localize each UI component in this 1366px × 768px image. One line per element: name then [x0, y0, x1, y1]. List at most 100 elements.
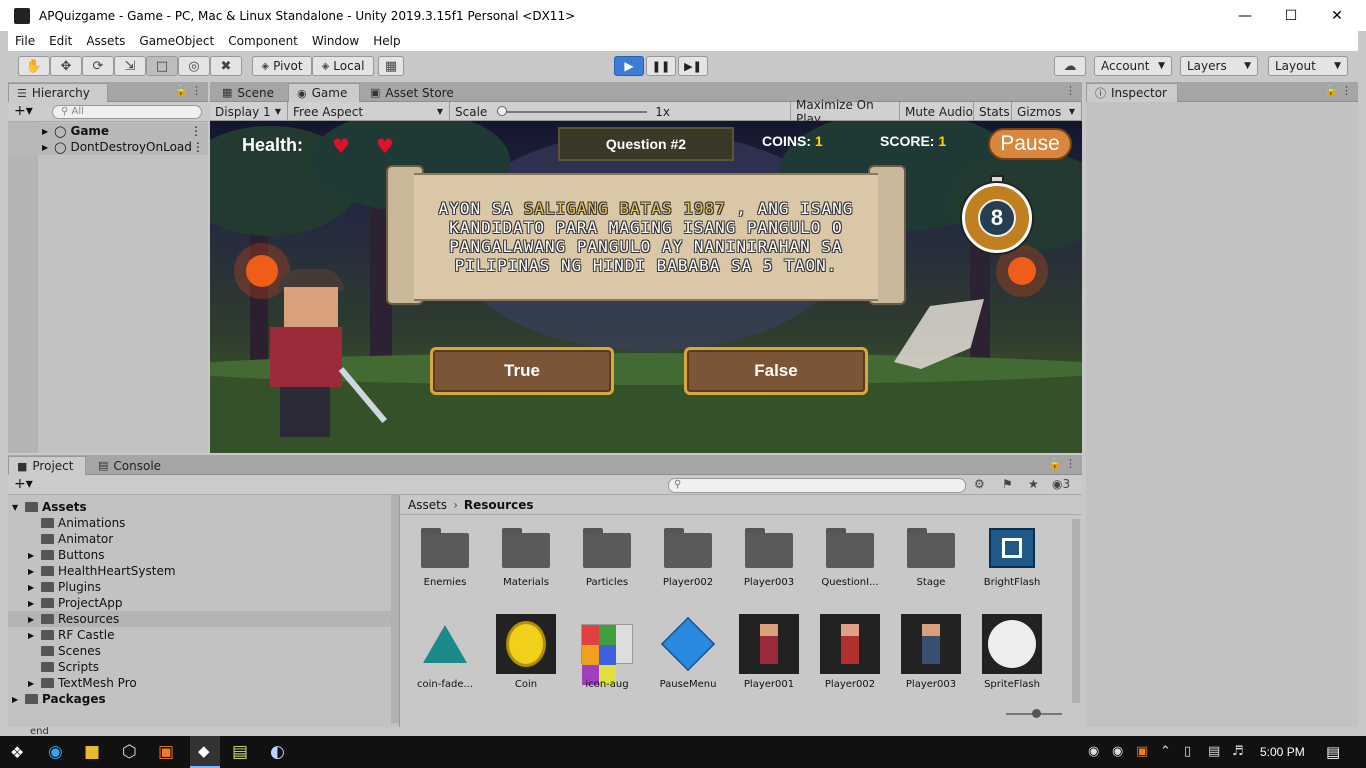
expand-arrow-icon[interactable]: ▶: [28, 599, 38, 608]
aspect-dropdown[interactable]: Free Aspect ▼: [288, 102, 450, 121]
xampp-tray-icon[interactable]: ▣: [1136, 744, 1148, 759]
paint-icon[interactable]: ◐: [270, 742, 285, 762]
collab-button[interactable]: ☁: [1054, 56, 1086, 76]
tab-game[interactable]: ◉ Game: [288, 83, 360, 102]
menu-edit[interactable]: Edit: [42, 34, 79, 48]
xampp-icon[interactable]: ▣: [158, 742, 174, 762]
icon-size-slider-thumb[interactable]: [1032, 709, 1041, 718]
tree-item-animator[interactable]: Animator: [8, 531, 391, 547]
asset-item[interactable]: Coin: [487, 613, 565, 690]
asset-item[interactable]: Stage: [892, 523, 970, 588]
pivot-toggle[interactable]: ◈ Pivot: [252, 56, 312, 76]
asset-item[interactable]: Player002: [811, 613, 889, 690]
edge-browser-icon[interactable]: ◉: [48, 742, 63, 762]
step-button[interactable]: ▶❚: [678, 56, 708, 76]
hidden-packages-toggle[interactable]: ◉3: [1052, 477, 1070, 491]
hierarchy-search-input[interactable]: ⚲ All: [52, 105, 202, 119]
menu-help[interactable]: Help: [366, 34, 407, 48]
expanded-arrow-icon[interactable]: ▼: [12, 503, 22, 512]
menu-window[interactable]: Window: [305, 34, 366, 48]
false-answer-button[interactable]: False: [684, 347, 868, 395]
tree-item-scripts[interactable]: Scripts: [8, 659, 391, 675]
tab-scene[interactable]: ▦ Scene: [214, 83, 288, 102]
kebab-menu-icon[interactable]: ⋮: [190, 124, 202, 138]
layers-dropdown[interactable]: Layers ▼: [1180, 56, 1258, 76]
tab-project[interactable]: ■ Project: [8, 456, 86, 475]
asset-item[interactable]: Particles: [568, 523, 646, 588]
tree-scrollbar[interactable]: [391, 495, 399, 723]
snap-button[interactable]: ▦: [378, 56, 404, 76]
icon-size-slider[interactable]: [1006, 709, 1062, 718]
display-dropdown[interactable]: Display 1 ▼: [210, 102, 288, 121]
rotate-tool-button[interactable]: ⟳: [82, 56, 114, 76]
breadcrumb-assets[interactable]: Assets: [408, 498, 447, 512]
asset-item[interactable]: Enemies: [406, 523, 484, 588]
favorite-star-icon[interactable]: ★: [1028, 477, 1039, 491]
pause-button[interactable]: ❚❚: [646, 56, 676, 76]
tree-item-plugins[interactable]: ▶ Plugins: [8, 579, 391, 595]
create-plus-icon[interactable]: +▾: [14, 476, 33, 492]
scale-slider-track[interactable]: [497, 105, 648, 116]
filter-by-label-icon[interactable]: ⚑: [1002, 477, 1013, 491]
pause-game-button[interactable]: Pause: [988, 128, 1072, 160]
move-tool-button[interactable]: ✥: [50, 56, 82, 76]
tree-item-assets[interactable]: ▼ Assets: [8, 499, 391, 515]
windows-start-icon[interactable]: ❖: [10, 743, 24, 762]
close-button[interactable]: ✕: [1314, 0, 1360, 31]
play-button[interactable]: ▶: [614, 56, 644, 76]
custom-tool-button[interactable]: ✖: [210, 56, 242, 76]
clock-time[interactable]: 5:00 PM: [1260, 745, 1305, 759]
eye-tray-icon[interactable]: ◉: [1112, 744, 1123, 759]
lock-icon[interactable]: 🔒: [1324, 84, 1338, 97]
tree-item-healthheartsystem[interactable]: ▶ HealthHeartSystem: [8, 563, 391, 579]
mute-audio-toggle[interactable]: Mute Audio: [900, 102, 974, 121]
tree-item-scenes[interactable]: Scenes: [8, 643, 391, 659]
scale-tool-button[interactable]: ⇲: [114, 56, 146, 76]
notepad-icon[interactable]: ▤: [232, 742, 248, 762]
kebab-menu-icon[interactable]: ⋮: [1341, 84, 1352, 97]
asset-item[interactable]: SpriteFlash: [973, 613, 1051, 690]
tab-hierarchy[interactable]: ☰ Hierarchy: [8, 83, 108, 102]
expand-arrow-icon[interactable]: ▶: [28, 679, 38, 688]
menu-assets[interactable]: Assets: [79, 34, 132, 48]
lock-icon[interactable]: 🔒: [174, 84, 188, 97]
unity-editor-taskbar-button[interactable]: ◆: [190, 736, 220, 768]
rect-tool-button[interactable]: □: [146, 56, 178, 76]
breadcrumb-resources[interactable]: Resources: [464, 498, 534, 512]
hierarchy-item-game[interactable]: ▶ ◯ Game ⋮: [8, 123, 208, 139]
expand-arrow-icon[interactable]: ▶: [28, 631, 38, 640]
tab-console[interactable]: ▤ Console: [90, 456, 170, 475]
file-explorer-icon[interactable]: ■: [84, 742, 100, 762]
menu-file[interactable]: File: [8, 34, 42, 48]
asset-item[interactable]: Player002: [649, 523, 727, 588]
expand-arrow-icon[interactable]: ▶: [28, 567, 38, 576]
asset-item[interactable]: Player003: [730, 523, 808, 588]
asset-item[interactable]: BrightFlash: [973, 523, 1051, 588]
usb-tray-icon[interactable]: ▯: [1184, 744, 1191, 759]
notifications-icon[interactable]: ▤: [1326, 743, 1340, 761]
expand-arrow-icon[interactable]: ▶: [42, 143, 48, 152]
local-toggle[interactable]: ◈ Local: [312, 56, 374, 76]
expand-arrow-icon[interactable]: ▶: [42, 127, 48, 136]
asset-item[interactable]: icon-aug: [568, 613, 646, 690]
hand-tool-button[interactable]: ✋: [18, 56, 50, 76]
gizmos-dropdown[interactable]: Gizmos ▼: [1012, 102, 1082, 121]
expand-arrow-icon[interactable]: ▶: [28, 615, 38, 624]
menu-component[interactable]: Component: [221, 34, 305, 48]
tree-item-packages[interactable]: ▶ Packages: [8, 691, 391, 707]
kebab-menu-icon[interactable]: ⋮: [192, 140, 204, 154]
expand-arrow-icon[interactable]: ▶: [28, 583, 38, 592]
expand-arrow-icon[interactable]: ▶: [28, 551, 38, 560]
asset-item[interactable]: PauseMenu: [649, 613, 727, 690]
true-answer-button[interactable]: True: [430, 347, 614, 395]
transform-tool-button[interactable]: ◎: [178, 56, 210, 76]
project-search-input[interactable]: ⚲: [668, 478, 966, 493]
asset-item[interactable]: Player001: [730, 613, 808, 690]
asset-scrollbar[interactable]: [1072, 519, 1080, 703]
asset-item[interactable]: Player003: [892, 613, 970, 690]
tree-item-animations[interactable]: Animations: [8, 515, 391, 531]
discord-tray-icon[interactable]: ◉: [1088, 744, 1099, 759]
maximize-button[interactable]: ☐: [1268, 0, 1314, 31]
volume-icon[interactable]: ♬: [1232, 744, 1244, 759]
tab-inspector[interactable]: ⓘ Inspector: [1086, 83, 1178, 102]
